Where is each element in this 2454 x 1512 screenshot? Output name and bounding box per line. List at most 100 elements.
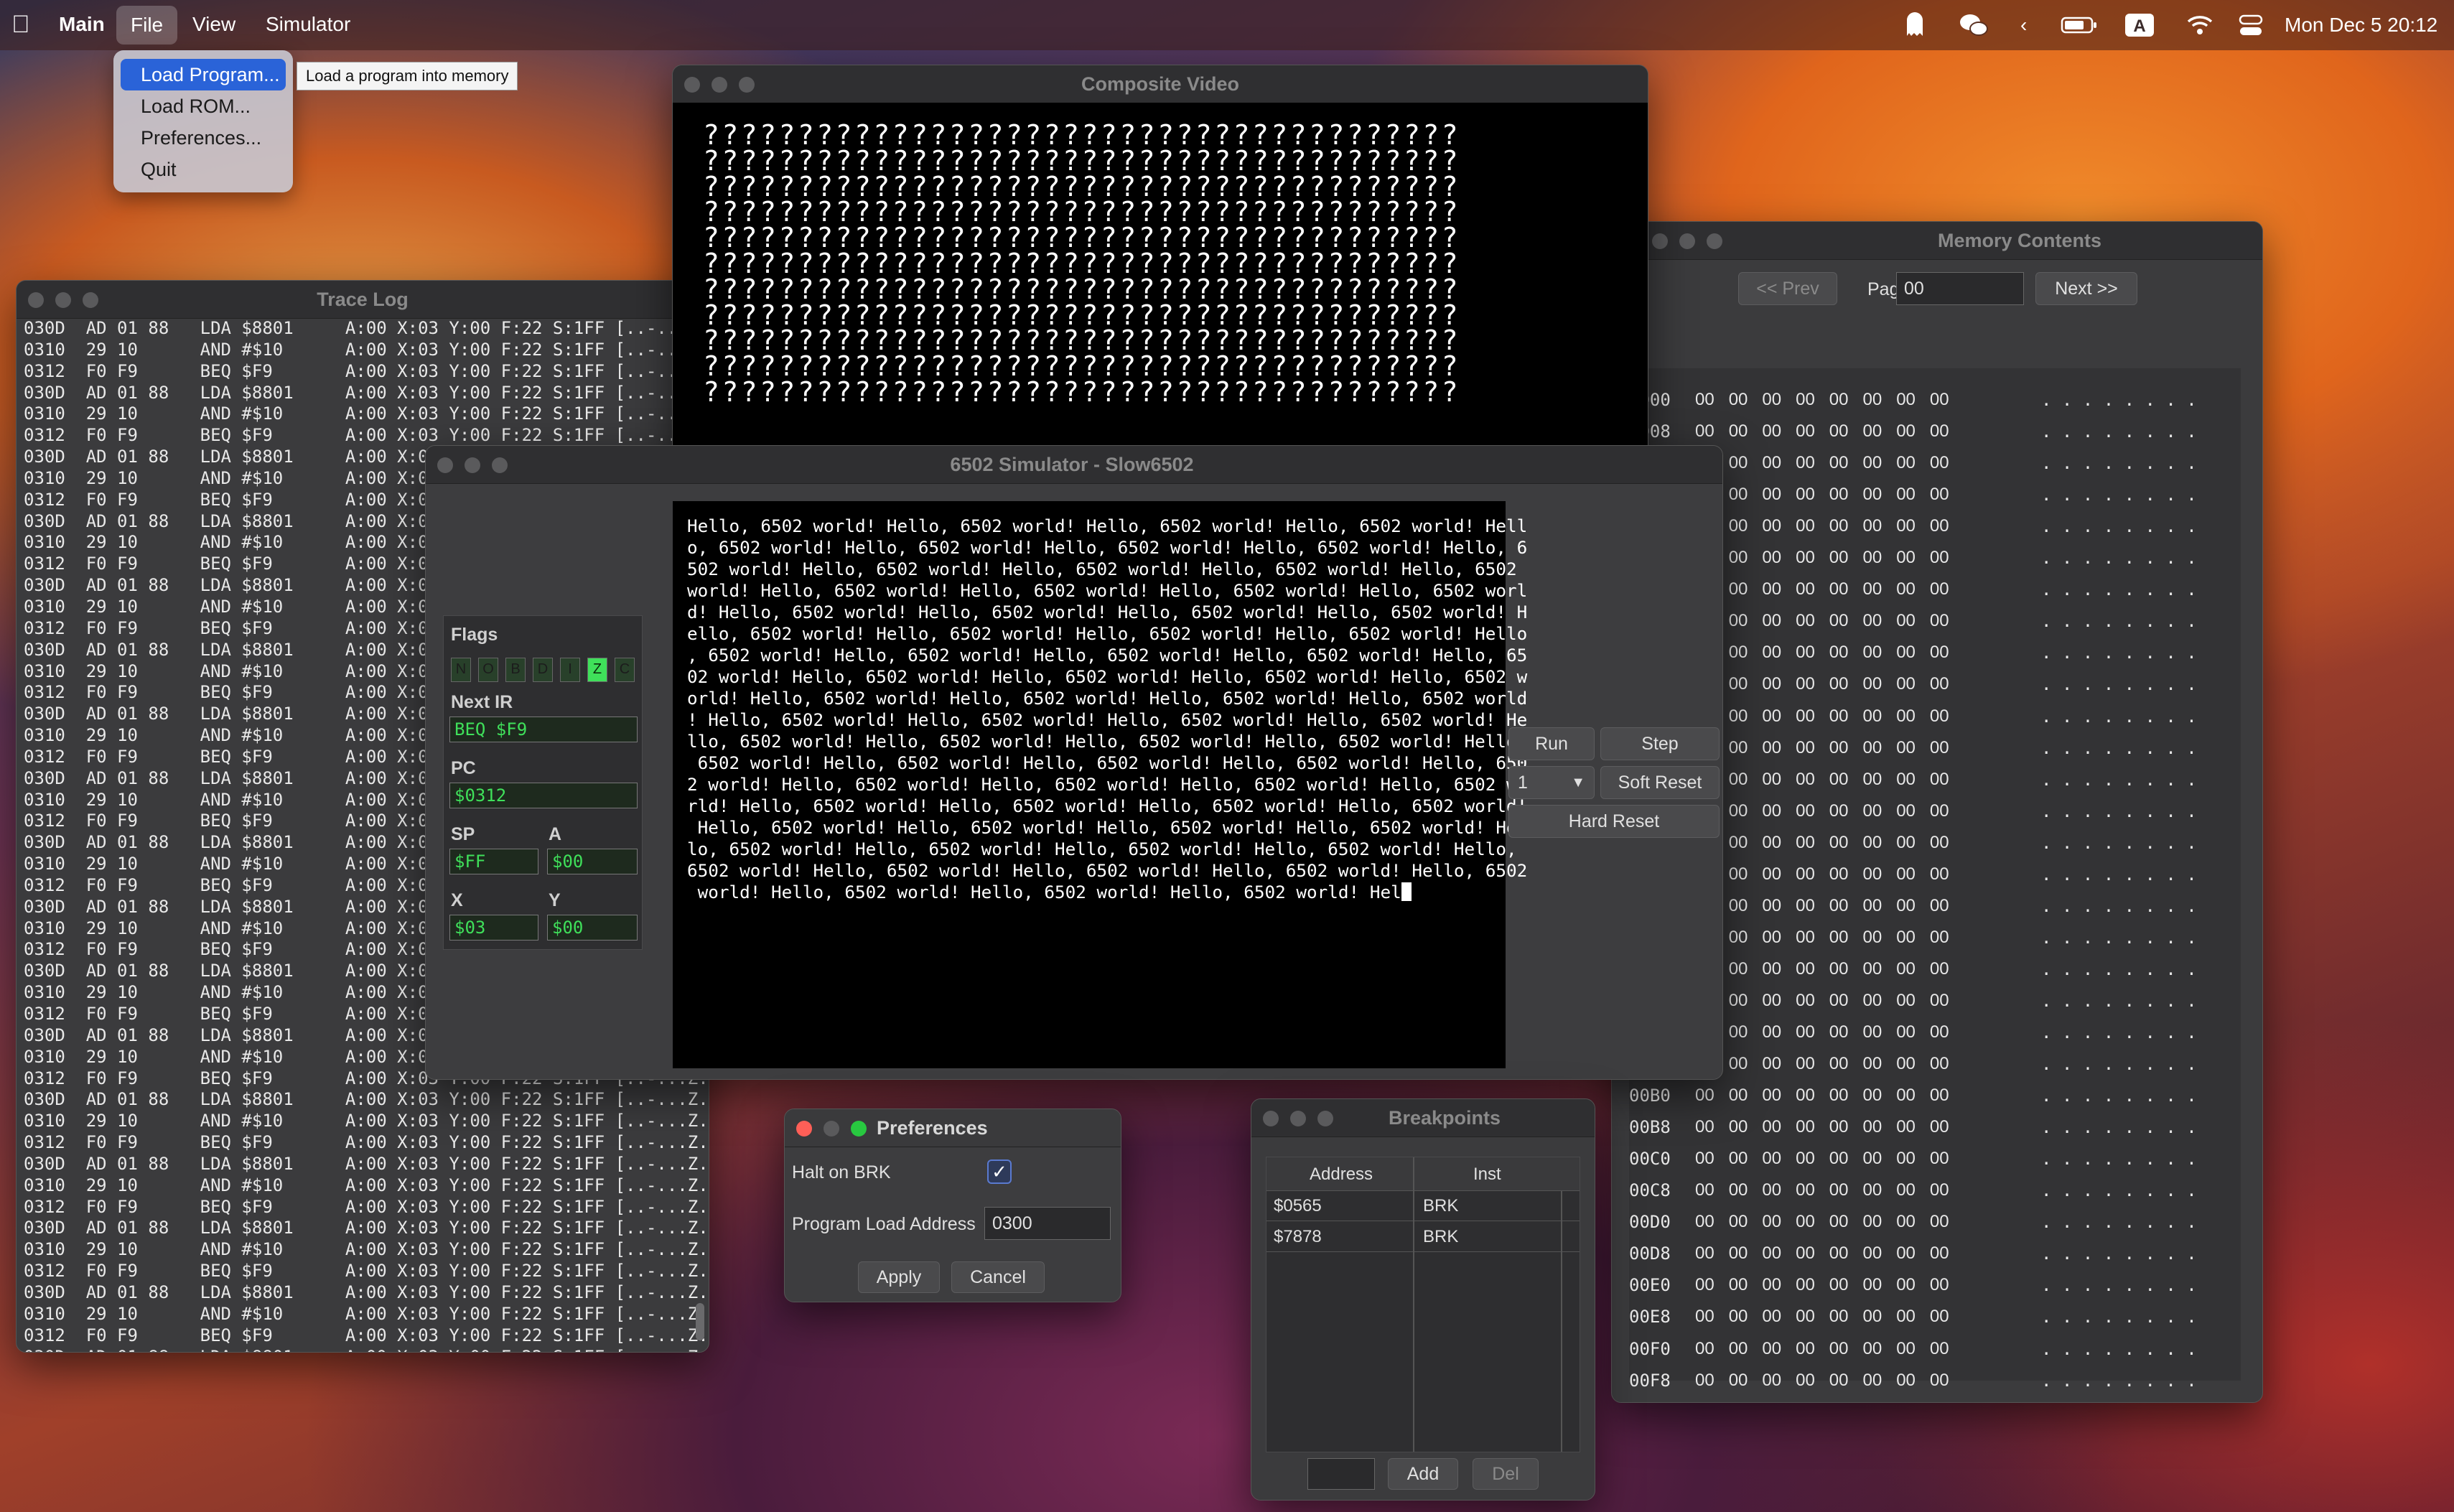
add-breakpoint-button[interactable]: Add bbox=[1388, 1458, 1458, 1490]
video-display: ????????????????????????????????????????… bbox=[673, 103, 1648, 467]
sp-label: SP bbox=[451, 824, 475, 844]
load-program-tooltip: Load a program into memory bbox=[297, 62, 518, 90]
memory-address: 00D0 bbox=[1629, 1212, 1671, 1233]
step-button[interactable]: Step bbox=[1600, 727, 1720, 760]
menu-file[interactable]: File bbox=[116, 6, 178, 45]
memory-ascii: . . . . . . . . bbox=[2041, 1338, 2197, 1359]
table-row[interactable]: $0565 BRK bbox=[1266, 1190, 1580, 1221]
hard-reset-button[interactable]: Hard Reset bbox=[1508, 805, 1720, 838]
load-address-label: Program Load Address bbox=[792, 1214, 976, 1234]
breakpoint-address-input[interactable] bbox=[1307, 1458, 1375, 1490]
menu-item-quit[interactable]: Quit bbox=[121, 154, 286, 185]
close-button[interactable] bbox=[796, 1121, 812, 1137]
memory-ascii: . . . . . . . . bbox=[2041, 516, 2197, 537]
flags-label: Flags bbox=[451, 625, 498, 645]
memory-bytes: 00 00 00 00 00 00 00 00 bbox=[1695, 1180, 1949, 1200]
y-label: Y bbox=[549, 890, 561, 910]
memory-bytes: 00 00 00 00 00 00 00 00 bbox=[1695, 990, 1949, 1010]
menu-item-load-program[interactable]: Load Program... bbox=[121, 59, 286, 90]
memory-address: 00E8 bbox=[1629, 1307, 1671, 1327]
zoom-button[interactable] bbox=[851, 1121, 867, 1137]
memory-bytes: 00 00 00 00 00 00 00 00 bbox=[1695, 864, 1949, 884]
wifi-icon[interactable] bbox=[2185, 0, 2214, 50]
trace-log-titlebar: Trace Log bbox=[17, 281, 709, 319]
video-text: ????????????????????????????????????????… bbox=[703, 121, 1460, 406]
col-inst[interactable]: Inst bbox=[1473, 1165, 1501, 1185]
memory-bytes: 00 00 00 00 00 00 00 00 bbox=[1695, 674, 1949, 694]
menu-clock[interactable]: Mon Dec 5 20:12 bbox=[2285, 0, 2437, 50]
memory-bytes: 00 00 00 00 00 00 00 00 bbox=[1695, 895, 1949, 915]
cancel-button[interactable]: Cancel bbox=[951, 1261, 1045, 1293]
terminal-line: 6502 world! Hello, 6502 world! Hello, 65… bbox=[687, 752, 1528, 773]
bp-inst: BRK bbox=[1423, 1196, 1459, 1215]
simulator-window: 6502 Simulator - Slow6502 Flags N O B D … bbox=[425, 445, 1723, 1080]
memory-ascii: . . . . . . . . bbox=[2041, 1117, 2197, 1138]
apple-icon[interactable]:  bbox=[11, 11, 33, 37]
next-page-button[interactable]: Next >> bbox=[2035, 272, 2137, 305]
preferences-titlebar: Preferences bbox=[785, 1109, 1121, 1147]
memory-ascii: . . . . . . . . bbox=[2041, 864, 2197, 885]
minimize-button[interactable] bbox=[824, 1121, 839, 1137]
flag-z: Z bbox=[587, 658, 607, 682]
trace-line: 0312 F0 F9 BEQ $F9 A:00 X:03 Y:00 F:22 S… bbox=[24, 425, 709, 446]
flag-d: D bbox=[533, 658, 553, 682]
input-source-icon[interactable]: A bbox=[2124, 0, 2155, 50]
a-label: A bbox=[549, 824, 562, 844]
terminal-line: Hello, 6502 world! Hello, 6502 world! He… bbox=[687, 817, 1528, 838]
step-count-select[interactable]: 1 ▼ bbox=[1508, 766, 1595, 799]
terminal-display[interactable]: Hello, 6502 world! Hello, 6502 world! He… bbox=[673, 501, 1527, 1068]
memory-ascii: . . . . . . . . bbox=[2041, 1086, 2197, 1106]
flag-o: O bbox=[478, 658, 498, 682]
file-menu-dropdown: Load Program... Load ROM... Preferences.… bbox=[113, 50, 293, 192]
x-label: X bbox=[451, 890, 463, 910]
run-button[interactable]: Run bbox=[1508, 727, 1595, 760]
trace-line: 030D AD 01 88 LDA $8801 A:00 X:03 Y:00 F… bbox=[24, 1153, 709, 1174]
trace-log-scrollbar[interactable] bbox=[696, 1303, 704, 1340]
breakpoints-table: Address Inst $0565 BRK $7878 BRK bbox=[1266, 1157, 1580, 1452]
menu-app[interactable]: Main bbox=[45, 0, 119, 50]
memory-ascii: . . . . . . . . bbox=[2041, 421, 2197, 442]
simulator-title: 6502 Simulator - Slow6502 bbox=[950, 454, 1194, 475]
memory-bytes: 00 00 00 00 00 00 00 00 bbox=[1695, 927, 1949, 947]
menu-item-load-rom[interactable]: Load ROM... bbox=[121, 90, 286, 122]
memory-titlebar: Memory Contents bbox=[1612, 222, 2262, 260]
memory-ascii: . . . . . . . . bbox=[2041, 706, 2197, 727]
prev-page-button[interactable]: << Prev bbox=[1738, 272, 1837, 305]
menu-view[interactable]: View bbox=[178, 0, 250, 50]
soft-reset-button[interactable]: Soft Reset bbox=[1600, 766, 1720, 799]
load-address-input[interactable]: 0300 bbox=[984, 1207, 1111, 1240]
trace-line: 0312 F0 F9 BEQ $F9 A:00 X:03 Y:00 F:22 S… bbox=[24, 1325, 709, 1345]
preferences-window: Preferences Halt on BRK ✓ Program Load A… bbox=[784, 1109, 1121, 1302]
page-input[interactable]: 00 bbox=[1896, 272, 2024, 305]
menu-item-preferences[interactable]: Preferences... bbox=[121, 122, 286, 154]
wechat-icon[interactable] bbox=[1959, 0, 1989, 50]
terminal-line: world! Hello, 6502 world! Hello, 6502 wo… bbox=[687, 580, 1528, 601]
memory-ascii: . . . . . . . . bbox=[2041, 548, 2197, 569]
memory-bytes: 00 00 00 00 00 00 00 00 bbox=[1695, 1275, 1949, 1295]
step-count-value: 1 bbox=[1518, 773, 1528, 793]
memory-address: 00E0 bbox=[1629, 1275, 1671, 1296]
terminal-line: rld! Hello, 6502 world! Hello, 6502 worl… bbox=[687, 795, 1528, 816]
memory-ascii: . . . . . . . . bbox=[2041, 390, 2197, 410]
bp-address: $0565 bbox=[1274, 1196, 1322, 1215]
control-center-icon[interactable] bbox=[2239, 0, 2263, 50]
flag-i: I bbox=[560, 658, 580, 682]
memory-bytes: 00 00 00 00 00 00 00 00 bbox=[1695, 548, 1949, 568]
composite-video-window: Composite Video ????????????????????????… bbox=[672, 65, 1648, 468]
memory-ascii: . . . . . . . . bbox=[2041, 737, 2197, 758]
delete-breakpoint-button[interactable]: Del bbox=[1473, 1458, 1539, 1490]
halt-on-brk-checkbox[interactable]: ✓ bbox=[987, 1159, 1012, 1184]
memory-address: 00C0 bbox=[1629, 1149, 1671, 1170]
memory-ascii: . . . . . . . . bbox=[2041, 453, 2197, 474]
terminal-line: 6502 world! Hello, 6502 world! Hello, 65… bbox=[687, 860, 1528, 881]
col-address[interactable]: Address bbox=[1310, 1165, 1373, 1185]
memory-ascii: . . . . . . . . bbox=[2041, 1149, 2197, 1170]
trace-line: 0310 29 10 AND #$10 A:00 X:03 Y:00 F:22 … bbox=[24, 403, 709, 424]
svg-text:A: A bbox=[2133, 17, 2145, 36]
ghost-icon[interactable] bbox=[1904, 0, 1926, 50]
breakpoints-window: Breakpoints Address Inst $0565 BRK $7878… bbox=[1251, 1098, 1595, 1501]
table-row[interactable]: $7878 BRK bbox=[1266, 1221, 1580, 1252]
chevron-left-icon[interactable]: ‹ bbox=[2020, 0, 2027, 50]
menu-simulator[interactable]: Simulator bbox=[251, 0, 365, 50]
apply-button[interactable]: Apply bbox=[858, 1261, 940, 1293]
